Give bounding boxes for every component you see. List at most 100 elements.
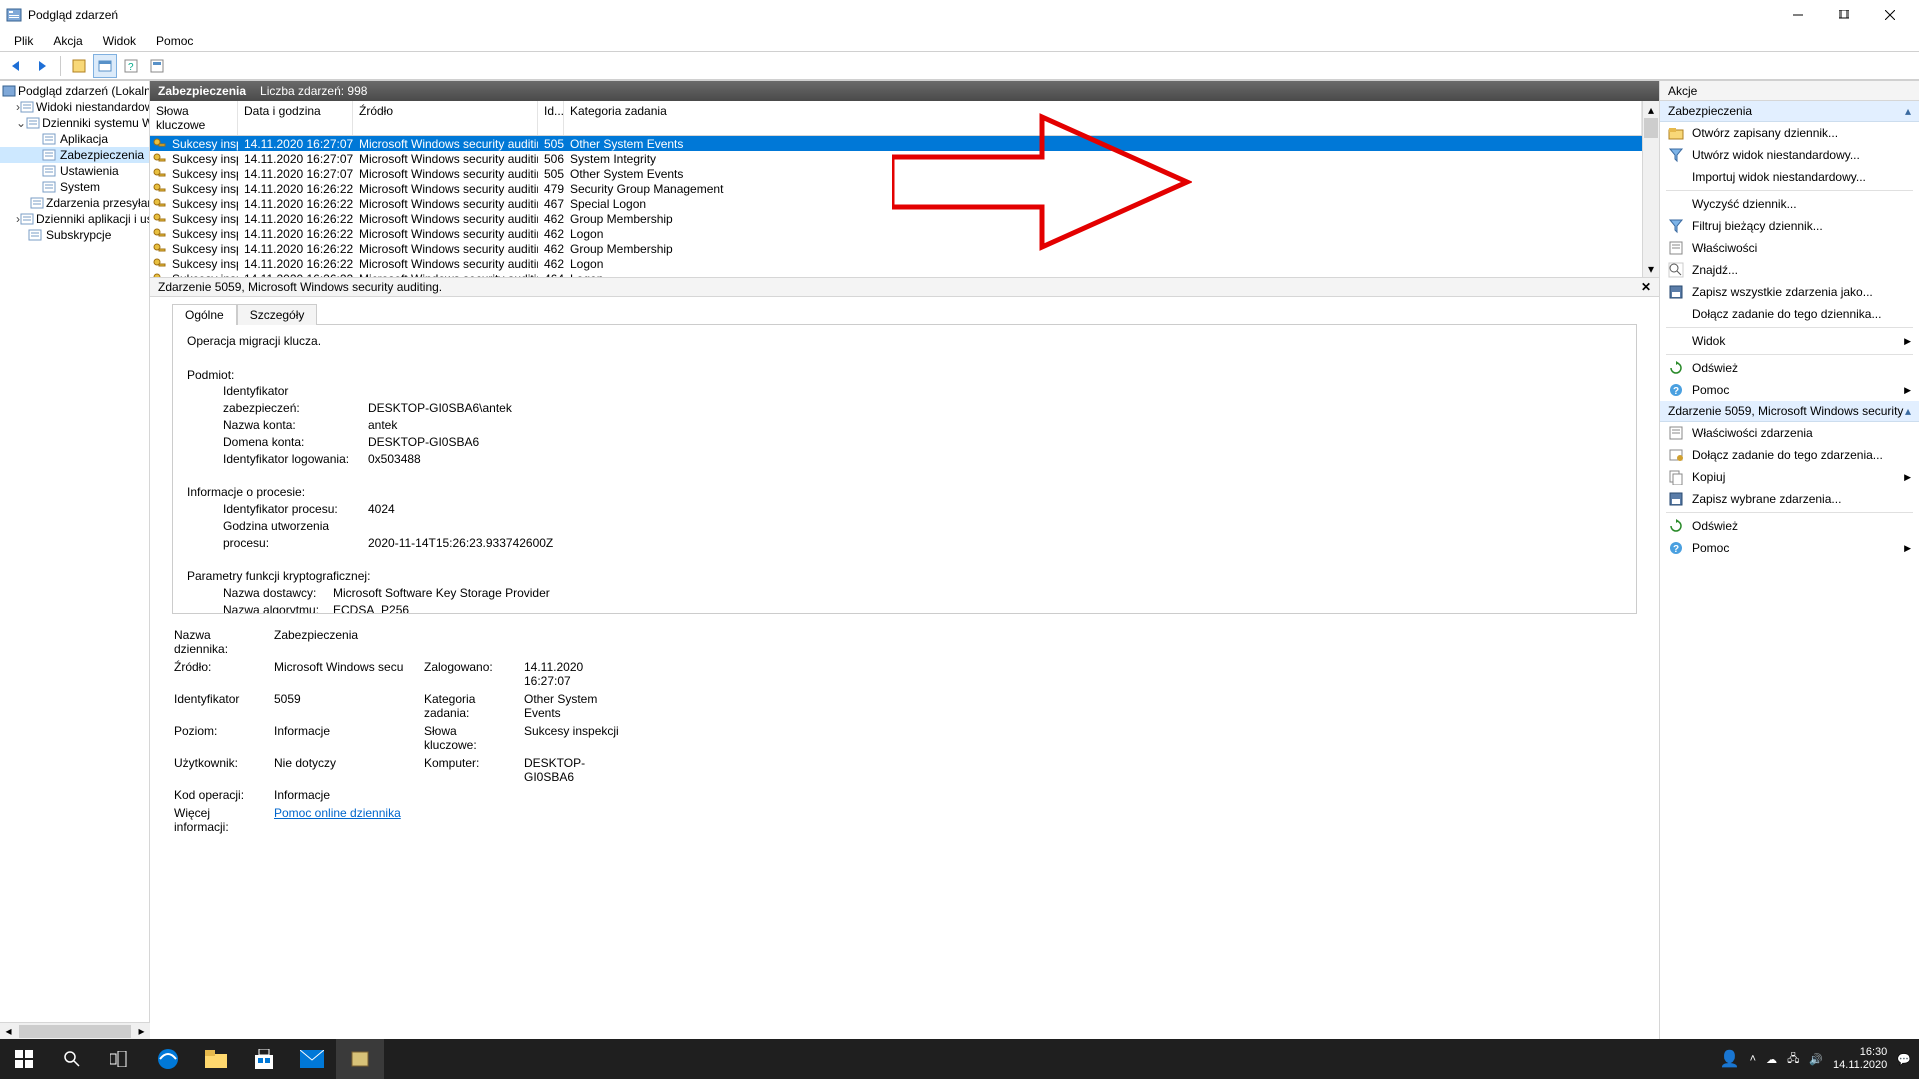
find-icon	[1668, 262, 1684, 278]
close-button[interactable]	[1867, 0, 1913, 30]
help-button[interactable]	[145, 54, 169, 78]
detail-tabs: Ogólne Szczegóły	[172, 303, 1647, 324]
action-item[interactable]: Właściwości	[1660, 237, 1919, 259]
action-item[interactable]: Odśwież	[1660, 515, 1919, 537]
detail-body: Operacja migracji klucza. Podmiot: Ident…	[172, 324, 1637, 614]
tree-item[interactable]: Subskrypcje	[0, 227, 149, 243]
action-item[interactable]: Właściwości zdarzenia	[1660, 422, 1919, 444]
edge-icon[interactable]	[144, 1039, 192, 1079]
action-item[interactable]: ?Pomoc▶	[1660, 537, 1919, 559]
mail-icon[interactable]	[288, 1039, 336, 1079]
actions-section-log[interactable]: Zabezpieczenia▴	[1660, 101, 1919, 122]
menu-help[interactable]: Pomoc	[146, 32, 203, 50]
action-label: Importuj widok niestandardowy...	[1692, 170, 1866, 184]
maximize-button[interactable]	[1821, 0, 1867, 30]
event-row[interactable]: Sukcesy inspekcji14.11.2020 16:26:22Micr…	[150, 226, 1642, 241]
event-row[interactable]: Sukcesy inspekcji14.11.2020 16:27:07Micr…	[150, 151, 1642, 166]
tree-label: Dzienniki aplikacji i usług	[36, 212, 150, 226]
properties-button[interactable]	[93, 54, 117, 78]
col-keywords[interactable]: Słowa kluczowe	[150, 101, 238, 135]
tree-root[interactable]: Podgląd zdarzeń (Lokalny)	[0, 83, 149, 99]
menu-view[interactable]: Widok	[93, 32, 146, 50]
explorer-icon[interactable]	[192, 1039, 240, 1079]
detail-crypto-h: Parametry funkcji kryptograficznej:	[187, 568, 1622, 585]
online-help-link[interactable]: Pomoc online dziennika	[274, 806, 624, 834]
actions-section-event[interactable]: Zdarzenie 5059, Microsoft Windows securi…	[1660, 401, 1919, 422]
toolbar: ?	[0, 52, 1919, 80]
nav-tree[interactable]: Podgląd zdarzeń (Lokalny) ›Widoki niesta…	[0, 81, 150, 1039]
store-icon[interactable]	[240, 1039, 288, 1079]
tree-item[interactable]: Zabezpieczenia	[0, 147, 149, 163]
tray-onedrive-icon[interactable]: ☁	[1766, 1053, 1777, 1066]
events-title: Zabezpieczenia	[158, 84, 246, 98]
action-item[interactable]: Widok▶	[1660, 330, 1919, 352]
col-source[interactable]: Źródło	[353, 101, 538, 135]
system-tray[interactable]: 👤 ˄ ☁ 🖧 🔊 16:30 14.11.2020 💬	[1720, 1046, 1919, 1072]
start-button[interactable]	[0, 1039, 48, 1079]
tree-hscroll[interactable]: ◂▸	[0, 1022, 150, 1039]
action-item[interactable]: Zapisz wszystkie zdarzenia jako...	[1660, 281, 1919, 303]
action-label: Odśwież	[1692, 361, 1738, 375]
menu-file[interactable]: Plik	[4, 32, 43, 50]
tree-item[interactable]: System	[0, 179, 149, 195]
minimize-button[interactable]	[1775, 0, 1821, 30]
col-id[interactable]: Id...	[538, 101, 564, 135]
tray-volume-icon[interactable]: 🔊	[1809, 1053, 1823, 1066]
key-icon	[152, 152, 166, 166]
action-item[interactable]: Kopiuj▶	[1660, 466, 1919, 488]
tray-chevron-icon[interactable]: ˄	[1750, 1053, 1756, 1065]
tray-clock[interactable]: 16:30 14.11.2020	[1833, 1046, 1887, 1072]
action-item[interactable]: Dołącz zadanie do tego zdarzenia...	[1660, 444, 1919, 466]
action-item[interactable]: Importuj widok niestandardowy...	[1660, 166, 1919, 188]
detail-proc-h: Informacje o procesie:	[187, 484, 1622, 501]
col-datetime[interactable]: Data i godzina	[238, 101, 353, 135]
tab-details[interactable]: Szczegóły	[237, 304, 318, 325]
action-label: Dołącz zadanie do tego zdarzenia...	[1692, 448, 1883, 462]
menu-action[interactable]: Akcja	[43, 32, 92, 50]
tray-notifications-icon[interactable]: 💬	[1897, 1053, 1911, 1066]
tree-item[interactable]: ›Widoki niestandardowe	[0, 99, 149, 115]
search-button[interactable]	[48, 1039, 96, 1079]
event-row[interactable]: Sukcesy inspekcji14.11.2020 16:26:22Micr…	[150, 256, 1642, 271]
menubar: Plik Akcja Widok Pomoc	[0, 30, 1919, 52]
event-row[interactable]: Sukcesy inspekcji14.11.2020 16:27:07Micr…	[150, 136, 1642, 151]
action-label: Wyczyść dziennik...	[1692, 197, 1797, 211]
refresh-button[interactable]: ?	[119, 54, 143, 78]
action-item[interactable]: Filtruj bieżący dziennik...	[1660, 215, 1919, 237]
tray-people-icon[interactable]: 👤	[1720, 1049, 1740, 1069]
save-icon	[1668, 284, 1684, 300]
collapse-icon: ▴	[1905, 104, 1911, 118]
action-item[interactable]: Znajdź...	[1660, 259, 1919, 281]
tab-general[interactable]: Ogólne	[172, 304, 237, 325]
action-item[interactable]: Utwórz widok niestandardowy...	[1660, 144, 1919, 166]
events-vscroll[interactable]: ▴▾	[1642, 101, 1659, 277]
tree-item[interactable]: ›Dzienniki aplikacji i usług	[0, 211, 149, 227]
action-item[interactable]: Otwórz zapisany dziennik...	[1660, 122, 1919, 144]
eventviewer-task-icon[interactable]	[336, 1039, 384, 1079]
back-button[interactable]	[4, 54, 28, 78]
tree-item[interactable]: ⌄Dzienniki systemu Windows	[0, 115, 149, 131]
col-category[interactable]: Kategoria zadania	[564, 101, 1642, 135]
event-row[interactable]: Sukcesy inspekcji14.11.2020 16:26:22Micr…	[150, 196, 1642, 211]
action-item[interactable]: Odśwież	[1660, 357, 1919, 379]
event-row[interactable]: Sukcesy inspekcji14.11.2020 16:26:22Micr…	[150, 241, 1642, 256]
forward-button[interactable]	[30, 54, 54, 78]
action-item[interactable]: Zapisz wybrane zdarzenia...	[1660, 488, 1919, 510]
event-row[interactable]: Sukcesy inspekcji14.11.2020 16:26:22Micr…	[150, 181, 1642, 196]
tree-item[interactable]: Aplikacja	[0, 131, 149, 147]
show-hide-tree-button[interactable]	[67, 54, 91, 78]
tray-network-icon[interactable]: 🖧	[1787, 1050, 1799, 1069]
event-row[interactable]: Sukcesy inspekcji14.11.2020 16:27:07Micr…	[150, 166, 1642, 181]
taskbar: 👤 ˄ ☁ 🖧 🔊 16:30 14.11.2020 💬	[0, 1039, 1919, 1079]
actions-header: Akcje	[1660, 81, 1919, 101]
event-row[interactable]: Sukcesy inspekcji14.11.2020 16:26:22Micr…	[150, 211, 1642, 226]
detail-close-icon[interactable]: ✕	[1641, 280, 1651, 294]
tree-item[interactable]: Zdarzenia przesyłane dalej	[0, 195, 149, 211]
tree-item[interactable]: Ustawienia	[0, 163, 149, 179]
taskview-button[interactable]	[96, 1039, 144, 1079]
blank-icon	[1668, 333, 1684, 349]
action-item[interactable]: Wyczyść dziennik...	[1660, 193, 1919, 215]
action-item[interactable]: ?Pomoc▶	[1660, 379, 1919, 401]
submenu-icon: ▶	[1904, 472, 1911, 483]
action-item[interactable]: Dołącz zadanie do tego dziennika...	[1660, 303, 1919, 325]
